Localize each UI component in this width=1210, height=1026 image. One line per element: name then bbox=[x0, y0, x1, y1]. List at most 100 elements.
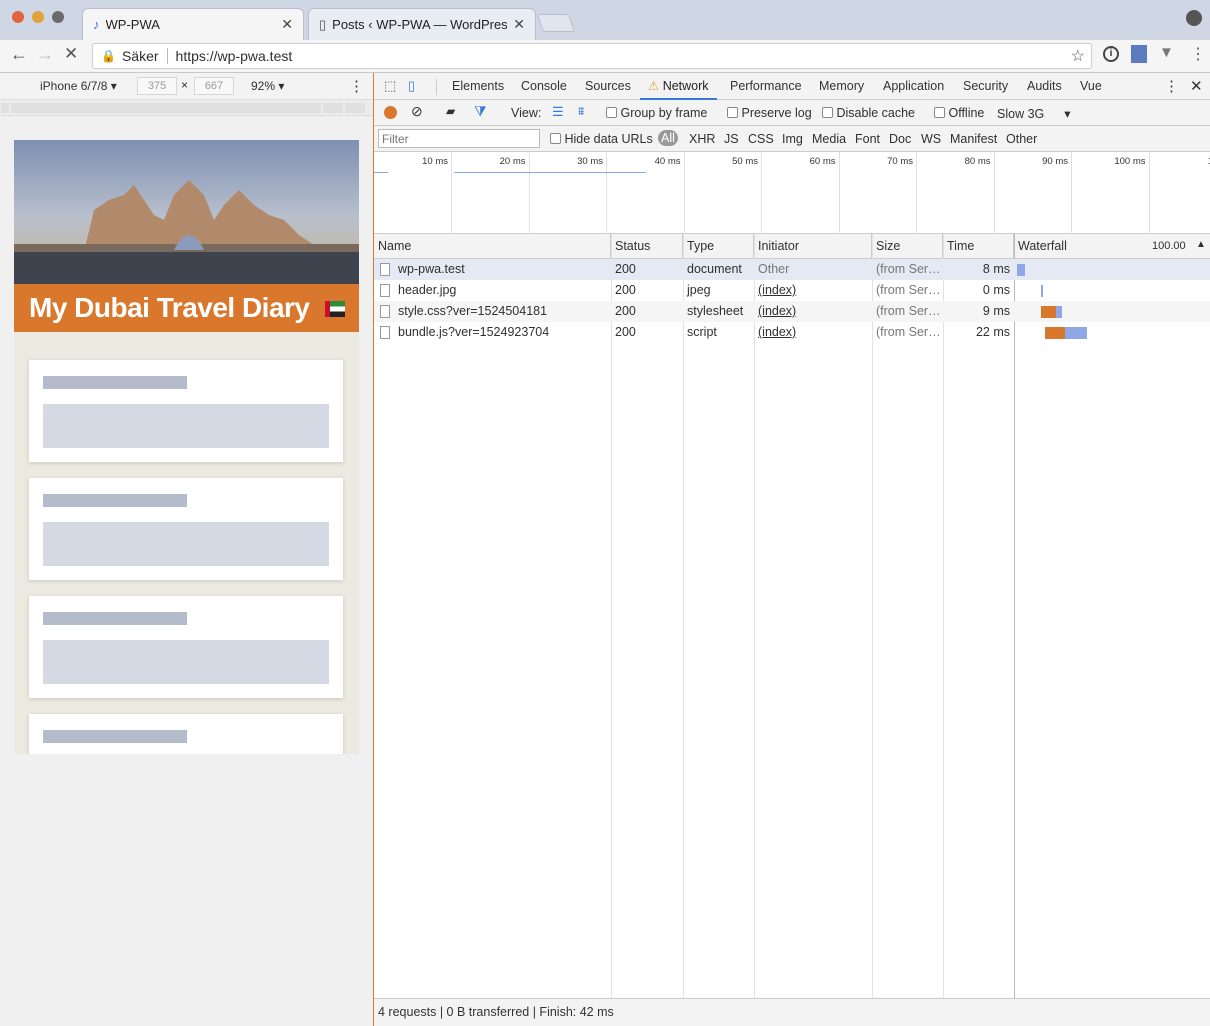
request-size: (from Ser… bbox=[876, 325, 941, 339]
filter-type-js[interactable]: JS bbox=[724, 132, 739, 146]
browser-tab-posts[interactable]: ▯ Posts ‹ WP-PWA — WordPress ✕ bbox=[308, 8, 536, 40]
devtools-menu-icon[interactable]: ⋮ bbox=[1164, 77, 1179, 95]
filter-type-css[interactable]: CSS bbox=[748, 132, 774, 146]
security-label: Säker bbox=[121, 48, 159, 64]
request-name[interactable]: style.css?ver=1524504181 bbox=[394, 301, 611, 322]
device-select[interactable]: iPhone 6/7/8 ▾ bbox=[40, 79, 117, 93]
profile-icon[interactable] bbox=[1186, 10, 1202, 26]
network-request-row[interactable]: bundle.js?ver=1524923704 200 script (index)… bbox=[374, 322, 1210, 343]
browser-tab-wp-pwa[interactable]: ♪ WP-PWA ✕ bbox=[82, 8, 304, 40]
tab-application[interactable]: Application bbox=[881, 73, 946, 100]
filter-input[interactable] bbox=[378, 129, 540, 148]
sort-arrow-icon[interactable]: ▲ bbox=[1196, 239, 1206, 250]
request-name[interactable]: wp-pwa.test bbox=[394, 259, 611, 280]
preserve-log-toggle[interactable]: Preserve log bbox=[727, 106, 812, 120]
record-icon[interactable] bbox=[384, 106, 397, 119]
request-initiator: Other bbox=[758, 262, 790, 276]
offline-toggle[interactable]: Offline bbox=[934, 106, 984, 120]
request-initiator[interactable]: (index) bbox=[754, 322, 872, 343]
checkbox[interactable] bbox=[727, 107, 738, 118]
request-status: 200 bbox=[615, 283, 636, 297]
throttle-select[interactable]: Slow 3G ▾ bbox=[997, 106, 1071, 121]
timeline-tick-label: 20 ms bbox=[499, 156, 526, 167]
filter-funnel-icon[interactable]: ⧩ bbox=[474, 103, 487, 120]
tab-network[interactable]: ⚠ Network bbox=[640, 73, 717, 100]
column-status[interactable]: Status bbox=[611, 234, 683, 259]
stop-loading-icon[interactable]: ✕ bbox=[64, 44, 78, 64]
tab-performance[interactable]: Performance bbox=[728, 73, 804, 100]
maximize-window-button[interactable] bbox=[52, 11, 64, 23]
info-icon[interactable]: i bbox=[1103, 46, 1119, 62]
viewport-width-input[interactable]: 375 bbox=[137, 77, 177, 95]
tab-audits[interactable]: Audits bbox=[1025, 73, 1064, 100]
device-toggle-icon[interactable]: ▯ bbox=[408, 78, 415, 94]
filter-type-doc[interactable]: Doc bbox=[889, 132, 911, 146]
network-request-row[interactable]: wp-pwa.test 200 document Other (from Ser… 8 m… bbox=[374, 259, 1210, 280]
file-icon bbox=[380, 284, 390, 297]
tab-memory[interactable]: Memory bbox=[817, 73, 866, 100]
column-time[interactable]: Time bbox=[943, 234, 1014, 259]
waterfall-view-icon[interactable]: ⩩ bbox=[578, 104, 584, 119]
request-name[interactable]: header.jpg bbox=[394, 280, 611, 301]
filter-type-manifest[interactable]: Manifest bbox=[950, 132, 997, 146]
menu-kebab-icon[interactable]: ⋮ bbox=[1190, 44, 1206, 64]
tab-security[interactable]: Security bbox=[961, 73, 1010, 100]
network-request-row[interactable]: style.css?ver=1524504181 200 stylesheet (in… bbox=[374, 301, 1210, 322]
close-tab-icon[interactable]: ✕ bbox=[513, 16, 525, 33]
tab-console[interactable]: Console bbox=[519, 73, 569, 100]
filter-type-img[interactable]: Img bbox=[782, 132, 803, 146]
filter-type-xhr[interactable]: XHR bbox=[689, 132, 715, 146]
minimize-window-button[interactable] bbox=[32, 11, 44, 23]
hide-data-urls-toggle[interactable]: Hide data URLs bbox=[550, 132, 653, 146]
large-rows-icon[interactable]: ☰ bbox=[552, 104, 564, 120]
request-initiator[interactable]: (index) bbox=[754, 280, 872, 301]
forward-arrow-icon[interactable]: → bbox=[36, 44, 54, 65]
back-arrow-icon[interactable]: ← bbox=[10, 44, 28, 65]
column-name[interactable]: Name bbox=[374, 234, 611, 259]
timeline-tick-label: 30 ms bbox=[577, 156, 603, 167]
vue-devtools-icon[interactable]: ▼ bbox=[1159, 44, 1174, 61]
extension-icon[interactable] bbox=[1131, 45, 1147, 63]
inspect-element-icon[interactable]: ⬚ bbox=[384, 78, 396, 94]
filter-type-ws[interactable]: WS bbox=[921, 132, 941, 146]
request-initiator[interactable]: (index) bbox=[754, 301, 872, 322]
file-icon bbox=[380, 326, 390, 339]
filter-type-other[interactable]: Other bbox=[1006, 132, 1037, 146]
viewport-height-input[interactable]: 667 bbox=[194, 77, 234, 95]
checkbox[interactable] bbox=[606, 107, 617, 118]
tab-sources[interactable]: Sources bbox=[583, 73, 633, 100]
file-icon bbox=[380, 263, 390, 276]
checkbox[interactable] bbox=[822, 107, 833, 118]
group-by-frame-toggle[interactable]: Group by frame bbox=[606, 106, 707, 120]
column-type[interactable]: Type bbox=[683, 234, 754, 259]
filter-type-all[interactable]: All bbox=[658, 130, 678, 146]
request-size: (from Ser… bbox=[876, 304, 941, 318]
network-overview-timeline[interactable]: 10 ms 20 ms 30 ms 40 ms 50 ms 60 ms 70 ms 80 ms… bbox=[374, 152, 1210, 234]
new-tab-button[interactable] bbox=[536, 14, 576, 32]
close-devtools-icon[interactable]: ✕ bbox=[1190, 77, 1203, 95]
close-tab-icon[interactable]: ✕ bbox=[281, 16, 293, 33]
bookmark-star-icon[interactable]: ☆ bbox=[1071, 46, 1085, 66]
zoom-select[interactable]: 92% ▾ bbox=[251, 79, 284, 93]
tab-elements[interactable]: Elements bbox=[450, 73, 506, 100]
skeleton-title bbox=[43, 730, 187, 743]
column-size[interactable]: Size bbox=[872, 234, 943, 259]
media-query-ruler[interactable] bbox=[0, 100, 373, 116]
filter-type-media[interactable]: Media bbox=[812, 132, 846, 146]
close-window-button[interactable] bbox=[12, 11, 24, 23]
request-name[interactable]: bundle.js?ver=1524923704 bbox=[394, 322, 611, 343]
checkbox[interactable] bbox=[934, 107, 945, 118]
tab-vue[interactable]: Vue bbox=[1078, 73, 1104, 100]
url-text[interactable]: https://wp-pwa.test bbox=[176, 48, 293, 64]
disable-cache-toggle[interactable]: Disable cache bbox=[822, 106, 915, 120]
checkbox[interactable] bbox=[550, 133, 561, 144]
clear-icon[interactable]: ⊘ bbox=[411, 103, 423, 120]
network-filter-bar: Hide data URLs All XHR JS CSS Img Media … bbox=[374, 126, 1210, 152]
filter-type-font[interactable]: Font bbox=[855, 132, 880, 146]
column-initiator[interactable]: Initiator bbox=[754, 234, 872, 259]
network-request-row[interactable]: header.jpg 200 jpeg (index) (from Ser… 0 ms bbox=[374, 280, 1210, 301]
device-menu-icon[interactable]: ⋮ bbox=[349, 77, 364, 95]
screenshot-camera-icon[interactable]: ▰ bbox=[446, 104, 455, 118]
address-bar[interactable]: 🔒 Säker https://wp-pwa.test ☆ bbox=[92, 43, 1092, 69]
site-title[interactable]: My Dubai Travel Diary bbox=[14, 284, 359, 332]
